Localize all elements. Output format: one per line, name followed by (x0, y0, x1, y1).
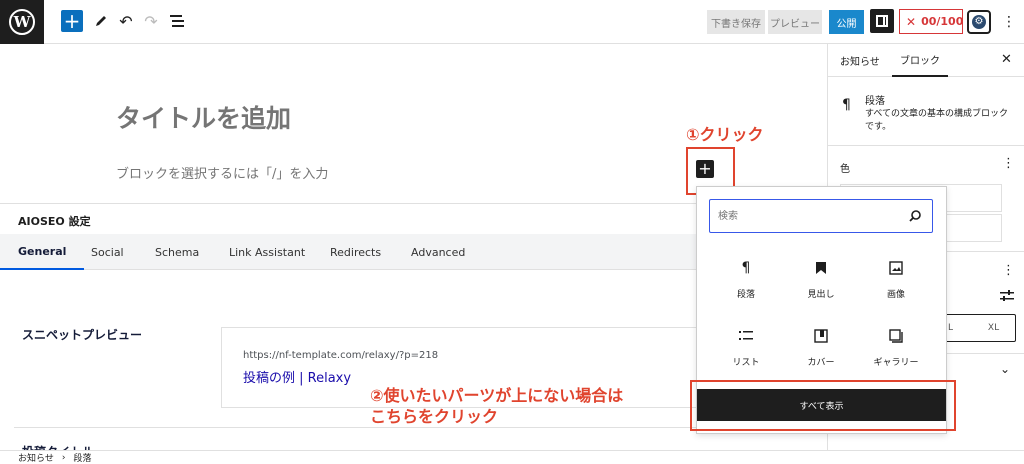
inserter-search-field[interactable] (709, 199, 933, 233)
wordpress-logo-button[interactable]: W (0, 0, 44, 44)
inserter-item-list[interactable]: リスト (711, 325, 781, 383)
breadcrumb-item-post[interactable]: お知らせ (18, 451, 54, 464)
cover-icon (786, 325, 856, 347)
inserter-item-heading[interactable]: 見出し (786, 257, 856, 315)
paragraph-icon: ¶ (842, 97, 851, 113)
save-draft-button[interactable]: 下書き保存 (707, 10, 765, 34)
tab-social[interactable]: Social (91, 234, 124, 270)
snippet-url: https://nf-template.com/relaxy/?p=218 (243, 350, 439, 361)
tab-schema[interactable]: Schema (155, 234, 199, 270)
edit-tools-icon[interactable] (91, 11, 111, 31)
document-overview-icon[interactable] (167, 11, 187, 31)
inserter-item-label: ギャラリー (873, 358, 919, 368)
inserter-item-cover[interactable]: カバー (786, 325, 856, 383)
redo-icon[interactable]: ↷ (141, 11, 161, 31)
block-card: ¶ 段落 すべての文章の基本の構成ブロックです。 (828, 77, 1024, 146)
color-options-icon[interactable]: ⋮ (1002, 156, 1015, 171)
inserter-item-paragraph[interactable]: ¶ 段落 (711, 257, 781, 315)
color-panel-title[interactable]: 色 (840, 160, 850, 175)
plugin-settings-button[interactable]: ⚙ (967, 10, 991, 34)
block-card-title: 段落 (865, 96, 885, 107)
size-option-xl[interactable]: XL (972, 315, 1015, 341)
inserter-item-label: カバー (807, 358, 835, 368)
aioseo-score-button[interactable]: ✕ 00/100 (899, 9, 963, 34)
search-icon (908, 208, 922, 222)
preview-button[interactable]: プレビュー (768, 10, 822, 34)
list-icon (711, 325, 781, 347)
inserter-item-image[interactable]: 画像 (861, 257, 931, 315)
tab-block[interactable]: ブロック (892, 44, 948, 77)
inserter-item-label: 見出し (807, 290, 835, 300)
gallery-icon (861, 325, 931, 347)
sliders-icon[interactable] (1000, 290, 1014, 306)
gear-icon: ⚙ (972, 15, 986, 29)
inserter-item-label: 段落 (736, 290, 755, 300)
block-card-description: すべての文章の基本の構成ブロックです。 (865, 109, 1009, 132)
typography-options-icon[interactable]: ⋮ (1002, 263, 1015, 278)
paragraph-icon: ¶ (741, 260, 751, 276)
sidebar-tabs: お知らせ ブロック ✕ (828, 44, 1024, 77)
bookmark-icon (786, 257, 856, 279)
breadcrumb-item-paragraph[interactable]: 段落 (73, 451, 91, 464)
tab-redirects[interactable]: Redirects (330, 234, 381, 270)
post-title-field-label: 投稿タイトル (22, 443, 94, 450)
tab-advanced[interactable]: Advanced (411, 234, 465, 270)
wordpress-logo-icon: W (9, 9, 35, 35)
close-icon[interactable]: ✕ (1001, 52, 1012, 67)
tab-post[interactable]: お知らせ (840, 44, 880, 77)
snippet-preview-label: スニペットプレビュー (22, 328, 143, 342)
chevron-down-icon[interactable]: ⌄ (1000, 362, 1010, 376)
inserter-item-label: 画像 (886, 290, 905, 300)
empty-block-placeholder[interactable]: ブロックを選択するには「/」を入力 (116, 163, 328, 182)
top-toolbar: W + ↶ ↷ 下書き保存 プレビュー 公開 ✕ 00/100 ⚙ ⋮ (0, 0, 1024, 44)
more-options-icon[interactable]: ⋮ (1002, 11, 1016, 33)
undo-icon[interactable]: ↶ (116, 11, 136, 31)
snippet-title: 投稿の例 | Relaxy (243, 371, 352, 386)
inserter-search-input[interactable] (718, 207, 898, 225)
annotation-step-2: ②使いたいパーツが上にない場合は こちらをクリック (370, 385, 623, 427)
aioseo-logo-icon: ✕ (906, 14, 917, 29)
block-inserter-toggle-button[interactable]: + (61, 10, 83, 32)
annotation-step-2-line-2: こちらをクリック (370, 407, 499, 426)
breadcrumb: お知らせ › 段落 (0, 450, 1024, 464)
image-icon (861, 257, 931, 279)
inserter-item-label: リスト (732, 358, 760, 368)
tab-general[interactable]: General (0, 234, 85, 270)
annotation-step-1: ①クリック (686, 125, 764, 144)
inline-add-block-button[interactable]: + (696, 160, 714, 178)
settings-sidebar-toggle-icon[interactable] (870, 9, 894, 33)
annotation-step-2-line-1: ②使いたいパーツが上にない場合は (370, 386, 624, 405)
aioseo-score-text: 00/100 (921, 15, 964, 28)
tab-link-assistant[interactable]: Link Assistant (229, 234, 305, 270)
inserter-item-gallery[interactable]: ギャラリー (861, 325, 931, 383)
divider (14, 427, 696, 428)
publish-button[interactable]: 公開 (829, 10, 864, 34)
post-title-input[interactable]: タイトルを追加 (116, 99, 291, 135)
chevron-right-icon: › (61, 452, 66, 463)
annotation-highlight-box (690, 380, 956, 431)
